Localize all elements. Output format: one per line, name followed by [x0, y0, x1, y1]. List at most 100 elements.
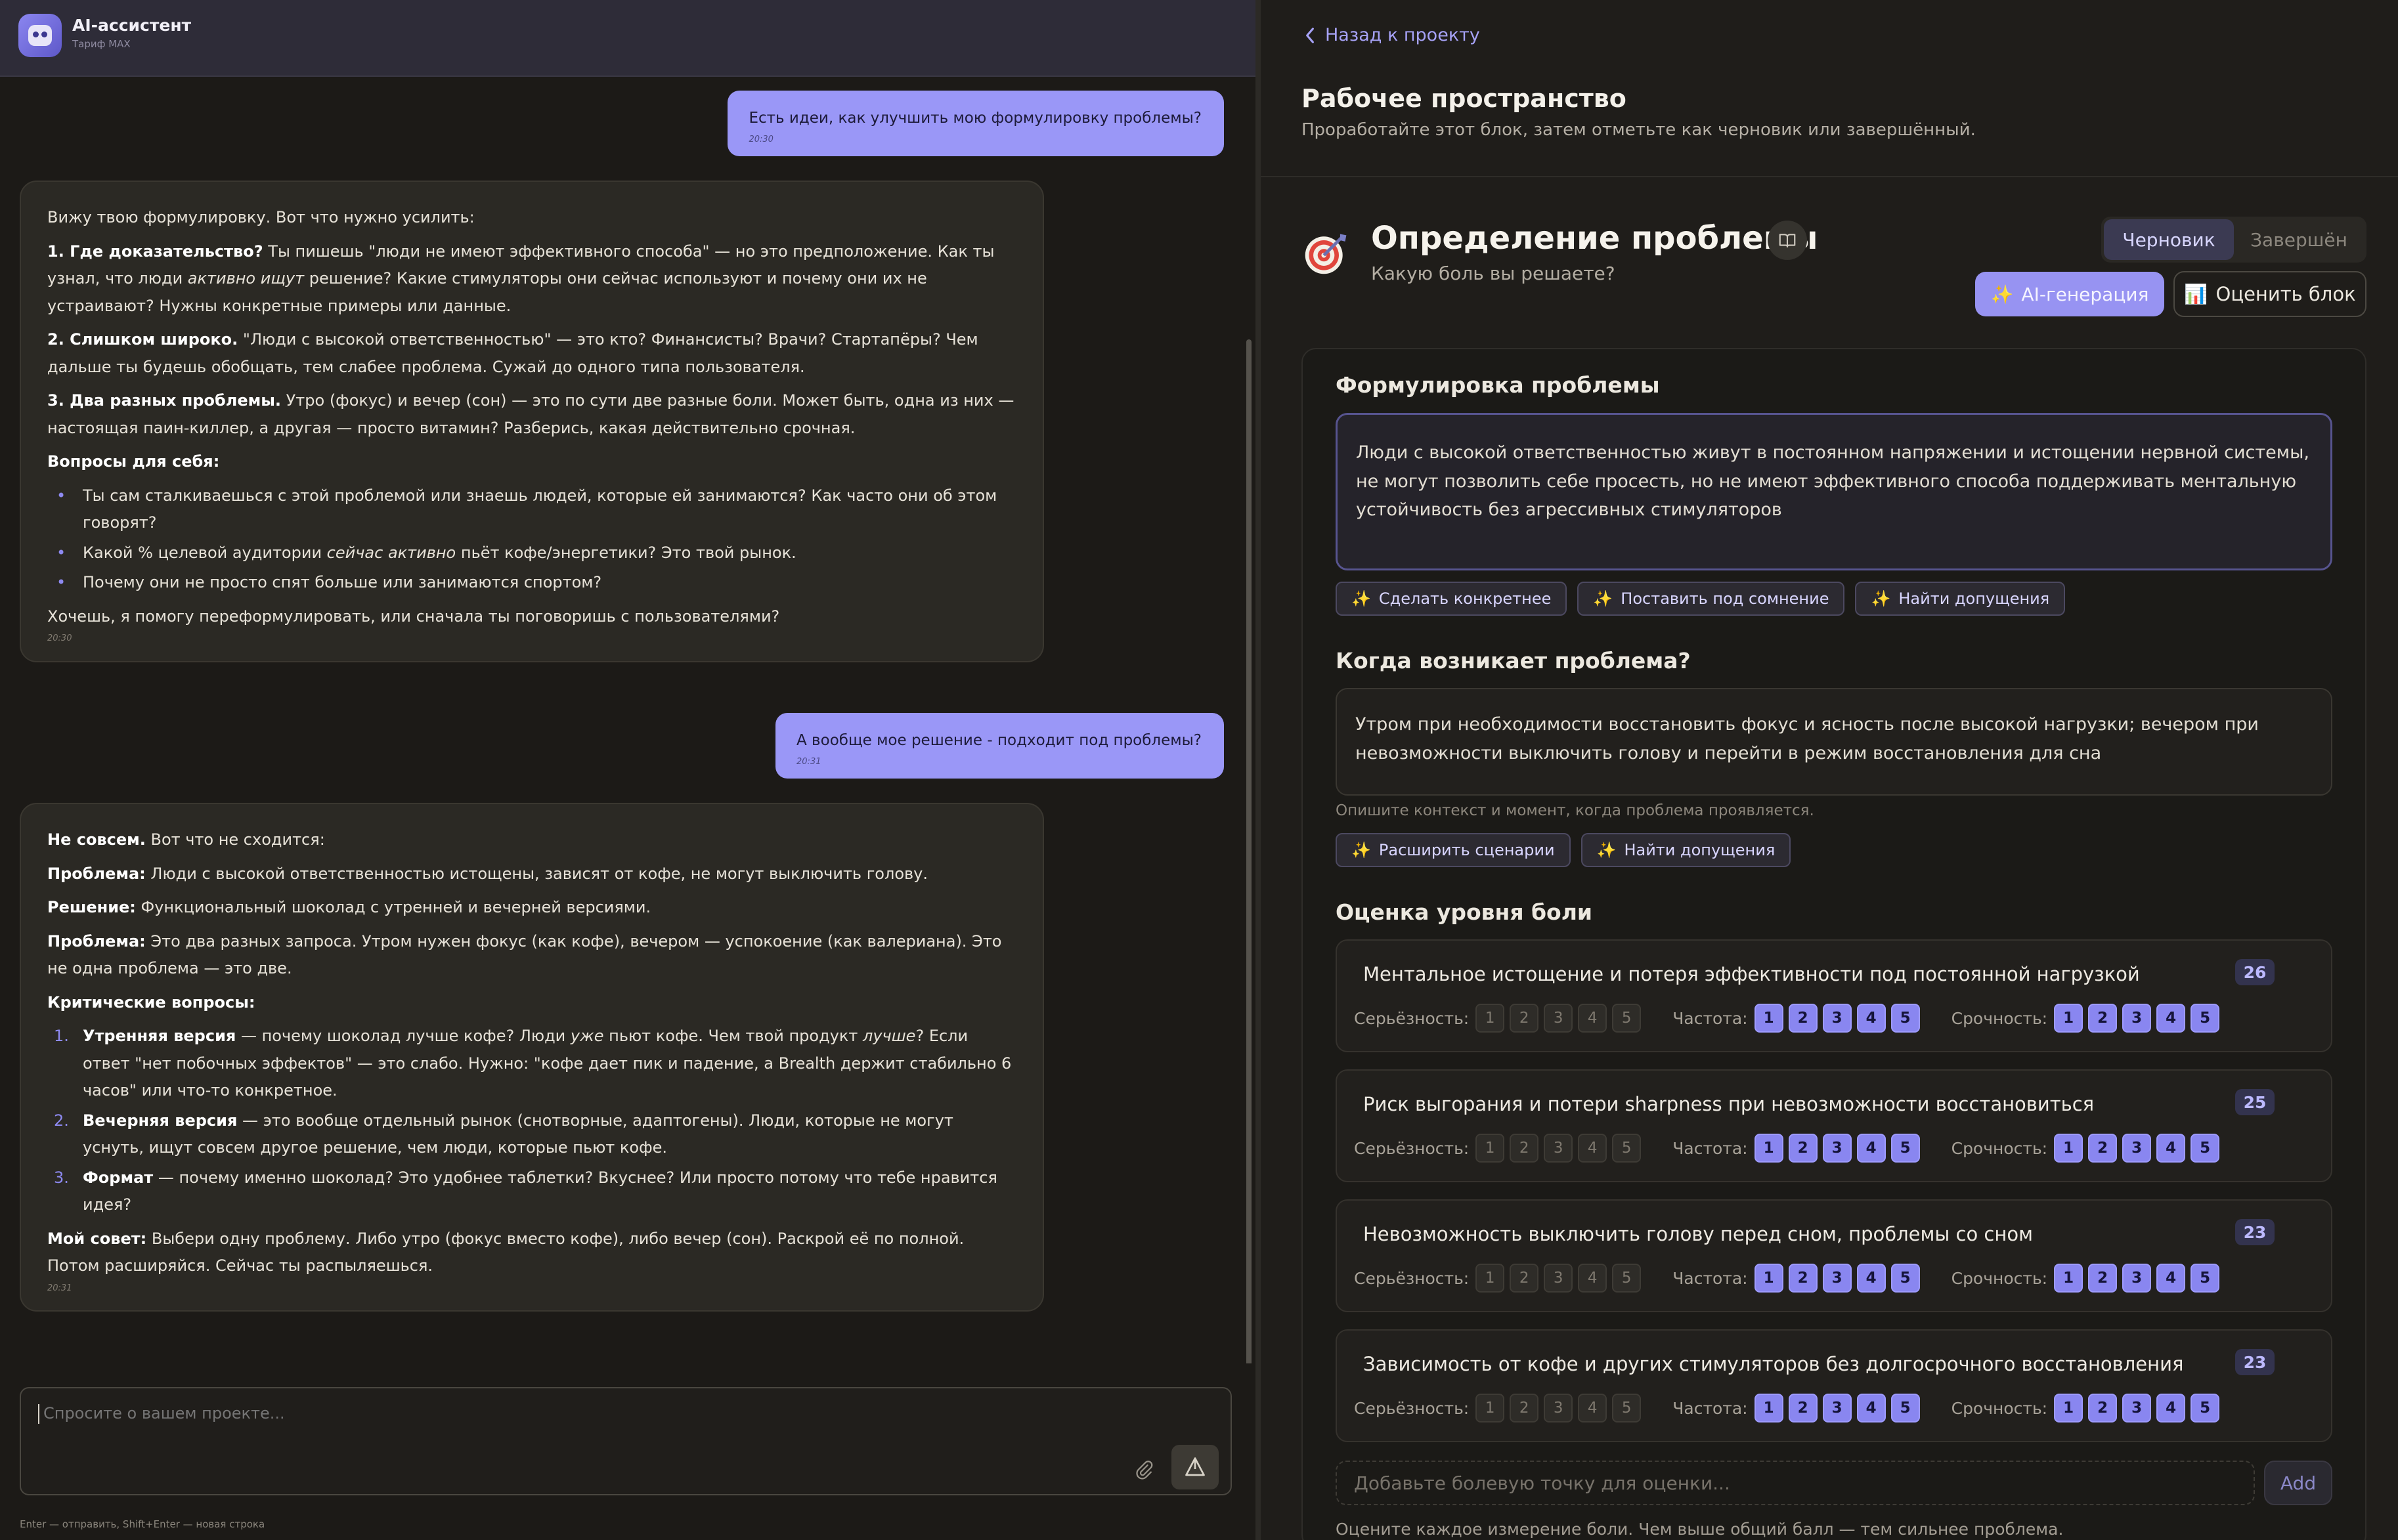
frequency-rating-2[interactable]: 2	[1788, 1394, 1818, 1422]
urgency-rating-5[interactable]: 5	[2191, 1134, 2220, 1163]
frequency-rating-2[interactable]: 2	[1788, 1134, 1818, 1163]
find-assumptions-button[interactable]: ✨ Найти допущения	[1580, 833, 1791, 867]
pain-ratings-row: Серьёзность: 1 2 3 4 5 Частота: 1 2 3 4 5 Срочность:…	[1354, 1004, 2225, 1033]
frequency-rating-1[interactable]: 1	[1754, 1134, 1783, 1163]
frequency-rating-3[interactable]: 3	[1822, 1004, 1852, 1033]
urgency-rating-4[interactable]: 4	[2156, 1394, 2186, 1422]
urgency-rating-3[interactable]: 3	[2122, 1004, 2152, 1033]
urgency-rating-1[interactable]: 1	[2054, 1004, 2083, 1033]
severity-rating-1[interactable]: 1	[1475, 1264, 1505, 1293]
pain-point-card: Риск выгорания и потери sharpness при не…	[1336, 1069, 2332, 1182]
urgency-rating-4[interactable]: 4	[2156, 1004, 2186, 1033]
urgency-rating-4[interactable]: 4	[2156, 1134, 2186, 1163]
urgency-rating-1[interactable]: 1	[2054, 1134, 2083, 1163]
back-label: Назад к проекту	[1325, 25, 1480, 45]
urgency-rating-4[interactable]: 4	[2156, 1264, 2186, 1293]
severity-rating-1[interactable]: 1	[1475, 1004, 1505, 1033]
add-pain-button[interactable]: Add	[2264, 1461, 2332, 1505]
severity-rating-5[interactable]: 5	[1612, 1394, 1642, 1422]
urgency-rating-2[interactable]: 2	[2088, 1004, 2118, 1033]
frequency-rating-5[interactable]: 5	[1890, 1004, 1920, 1033]
severity-rating-3[interactable]: 3	[1544, 1004, 1573, 1033]
severity-rating-4[interactable]: 4	[1578, 1004, 1607, 1033]
list-item: Ты сам сталкиваешься с этой проблемой ил…	[47, 482, 1016, 537]
list-item: 3. Формат — почему именно шоколад? Это уд…	[54, 1168, 997, 1214]
frequency-rating-2[interactable]: 2	[1788, 1004, 1818, 1033]
frequency-label: Частота:	[1672, 1268, 1748, 1288]
send-button[interactable]	[1171, 1445, 1219, 1489]
urgency-rating-2[interactable]: 2	[2088, 1264, 2118, 1293]
severity-label: Серьёзность:	[1354, 1008, 1470, 1028]
add-pain-input[interactable]: Добавьте болевую точку для оценки...	[1336, 1461, 2255, 1505]
panel-divider[interactable]	[1255, 0, 1261, 1540]
frequency-rating-4[interactable]: 4	[1856, 1134, 1886, 1163]
severity-rating-3[interactable]: 3	[1544, 1264, 1573, 1293]
urgency-rating-2[interactable]: 2	[2088, 1394, 2118, 1422]
frequency-rating-4[interactable]: 4	[1856, 1004, 1886, 1033]
make-specific-button[interactable]: ✨ Сделать конкретнее	[1336, 582, 1567, 616]
frequency-rating-3[interactable]: 3	[1822, 1134, 1852, 1163]
chat-messages[interactable]: Есть идеи, как улучшить мою формулировку…	[0, 77, 1255, 1363]
message-input[interactable]	[38, 1404, 1089, 1422]
expand-scenarios-button[interactable]: ✨ Расширить сценарии	[1336, 833, 1571, 867]
severity-rating-2[interactable]: 2	[1510, 1394, 1539, 1422]
urgency-rating-3[interactable]: 3	[2122, 1134, 2152, 1163]
severity-rating-2[interactable]: 2	[1510, 1004, 1539, 1033]
back-to-project-link[interactable]: Назад к проекту	[1304, 25, 1480, 45]
severity-rating-4[interactable]: 4	[1578, 1394, 1607, 1422]
status-done-option[interactable]: Завершён	[2234, 219, 2364, 260]
severity-rating-5[interactable]: 5	[1612, 1004, 1642, 1033]
frequency-rating-4[interactable]: 4	[1856, 1394, 1886, 1422]
chat-scrollbar[interactable]	[1246, 339, 1252, 1363]
assistant-message: Не совсем. Вот что не сходится: Проблема…	[20, 803, 1044, 1312]
frequency-rating-3[interactable]: 3	[1822, 1394, 1852, 1422]
severity-rating-4[interactable]: 4	[1578, 1134, 1607, 1163]
frequency-rating-3[interactable]: 3	[1822, 1264, 1852, 1293]
frequency-rating-4[interactable]: 4	[1856, 1264, 1886, 1293]
target-icon	[1300, 226, 1353, 279]
frequency-rating-1[interactable]: 1	[1754, 1004, 1783, 1033]
pain-score-badge: 23	[2235, 1219, 2275, 1245]
frequency-rating-5[interactable]: 5	[1890, 1394, 1920, 1422]
ai-generation-button[interactable]: ✨ AI-генерация	[1975, 272, 2164, 316]
urgency-rating-3[interactable]: 3	[2122, 1264, 2152, 1293]
severity-rating-4[interactable]: 4	[1578, 1264, 1607, 1293]
severity-rating-2[interactable]: 2	[1510, 1134, 1539, 1163]
message-text: А вообще мое решение - подходит под проб…	[796, 732, 1202, 749]
message-paragraph: Хочешь, я помогу переформулировать, или …	[47, 607, 780, 626]
urgency-rating-3[interactable]: 3	[2122, 1394, 2152, 1422]
frequency-rating-5[interactable]: 5	[1890, 1134, 1920, 1163]
urgency-rating-1[interactable]: 1	[2054, 1264, 2083, 1293]
problem-heading: Формулировка проблемы	[1336, 372, 1660, 398]
user-message: Есть идеи, как улучшить мою формулировку…	[728, 91, 1224, 157]
severity-rating-3[interactable]: 3	[1544, 1134, 1573, 1163]
urgency-rating-5[interactable]: 5	[2191, 1394, 2220, 1422]
frequency-rating-1[interactable]: 1	[1754, 1264, 1783, 1293]
pain-point-card: Невозможность выключить голову перед сно…	[1336, 1199, 2332, 1312]
severity-rating-1[interactable]: 1	[1475, 1394, 1505, 1422]
severity-rating-5[interactable]: 5	[1612, 1264, 1642, 1293]
sparkles-icon: ✨	[1351, 841, 1371, 859]
urgency-rating-5[interactable]: 5	[2191, 1264, 2220, 1293]
frequency-rating-2[interactable]: 2	[1788, 1264, 1818, 1293]
question-list: Ты сам сталкиваешься с этой проблемой ил…	[47, 482, 1016, 597]
attach-icon[interactable]	[1131, 1457, 1157, 1483]
status-draft-option[interactable]: Черновик	[2104, 219, 2234, 260]
when-hint: Опишите контекст и момент, когда проблем…	[1336, 802, 1814, 819]
problem-textarea[interactable]: Люди с высокой ответственностью живут в …	[1336, 413, 2332, 570]
severity-rating-1[interactable]: 1	[1475, 1134, 1505, 1163]
evaluate-block-button[interactable]: 📊 Оценить блок	[2173, 271, 2366, 317]
frequency-rating-5[interactable]: 5	[1890, 1264, 1920, 1293]
severity-rating-5[interactable]: 5	[1612, 1134, 1642, 1163]
find-assumptions-button[interactable]: ✨ Найти допущения	[1855, 582, 2066, 616]
frequency-rating-1[interactable]: 1	[1754, 1394, 1783, 1422]
when-textarea[interactable]: Утром при необходимости восстановить фок…	[1336, 688, 2332, 796]
urgency-rating-5[interactable]: 5	[2191, 1004, 2220, 1033]
book-icon[interactable]	[1768, 221, 1807, 260]
urgency-rating-1[interactable]: 1	[2054, 1394, 2083, 1422]
severity-rating-3[interactable]: 3	[1544, 1394, 1573, 1422]
severity-rating-2[interactable]: 2	[1510, 1264, 1539, 1293]
challenge-button[interactable]: ✨ Поставить под сомнение	[1577, 582, 1845, 616]
urgency-rating-2[interactable]: 2	[2088, 1134, 2118, 1163]
message-composer[interactable]	[20, 1387, 1232, 1495]
